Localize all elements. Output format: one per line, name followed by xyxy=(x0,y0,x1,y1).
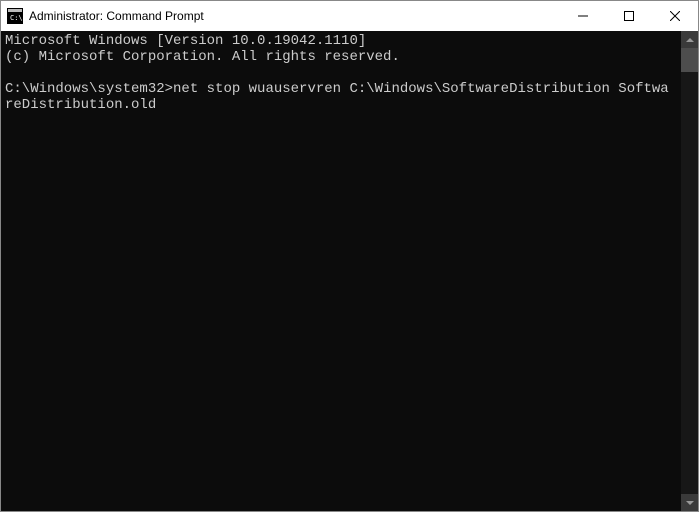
minimize-button[interactable] xyxy=(560,1,606,31)
chevron-up-icon xyxy=(686,36,694,44)
chevron-down-icon xyxy=(686,499,694,507)
scroll-thumb[interactable] xyxy=(681,48,698,72)
console-output[interactable]: Microsoft Windows [Version 10.0.19042.11… xyxy=(1,31,681,511)
titlebar[interactable]: C:\ Administrator: Command Prompt xyxy=(1,1,698,31)
copyright-line: (c) Microsoft Corporation. All rights re… xyxy=(5,49,400,65)
close-icon xyxy=(670,11,680,21)
command-prompt-window: C:\ Administrator: Command Prompt xyxy=(0,0,699,512)
maximize-icon xyxy=(624,11,634,21)
vertical-scrollbar[interactable] xyxy=(681,31,698,511)
scroll-up-button[interactable] xyxy=(681,31,698,48)
window-title: Administrator: Command Prompt xyxy=(29,9,204,23)
scroll-track[interactable] xyxy=(681,48,698,494)
cmd-icon: C:\ xyxy=(7,8,23,24)
maximize-button[interactable] xyxy=(606,1,652,31)
window-controls xyxy=(560,1,698,31)
minimize-icon xyxy=(578,11,588,21)
close-button[interactable] xyxy=(652,1,698,31)
version-line: Microsoft Windows [Version 10.0.19042.11… xyxy=(5,33,366,49)
prompt-text: C:\Windows\system32> xyxy=(5,81,173,97)
scroll-down-button[interactable] xyxy=(681,494,698,511)
svg-text:C:\: C:\ xyxy=(10,14,23,22)
console-area: Microsoft Windows [Version 10.0.19042.11… xyxy=(1,31,698,511)
